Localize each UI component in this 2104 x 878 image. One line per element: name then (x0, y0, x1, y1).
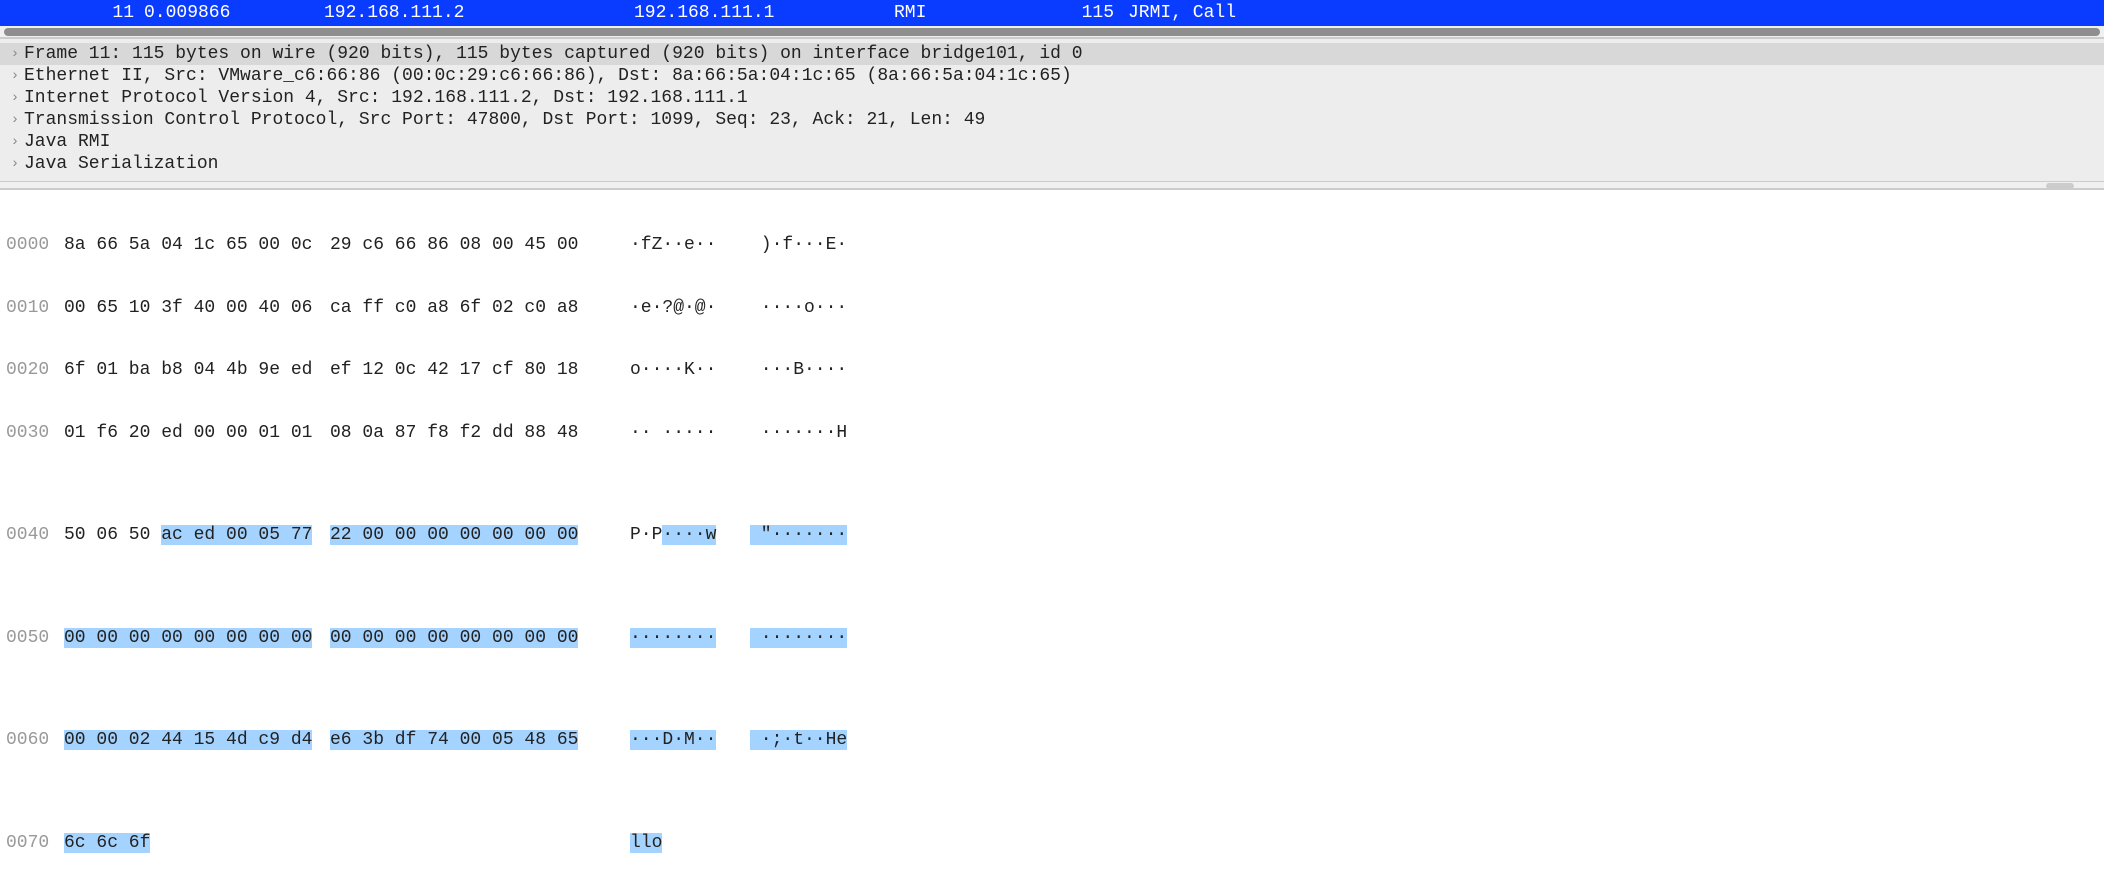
hex-offset: 0070 (6, 832, 64, 855)
hex-ascii-2: ····o··· (750, 297, 870, 320)
tree-row-rmi[interactable]: › Java RMI (0, 131, 2104, 153)
hex-ascii-1: ·fZ··e·· (630, 234, 750, 257)
tree-label: Internet Protocol Version 4, Src: 192.16… (24, 88, 748, 108)
packet-bytes-pane: 0000 8a 66 5a 04 1c 65 00 0c 29 c6 66 86… (0, 189, 2104, 878)
hex-ascii-2: ·;·t··He (750, 729, 870, 752)
hex-offset: 0030 (6, 422, 64, 445)
hex-bytes-2: 29 c6 66 86 08 00 45 00 (330, 234, 630, 257)
hex-ascii-2: "······· (750, 524, 870, 547)
hex-ascii-1: ·· ····· (630, 422, 750, 445)
hex-ascii-2: ·······H (750, 422, 870, 445)
chevron-right-icon: › (6, 46, 24, 62)
tree-row-ethernet[interactable]: › Ethernet II, Src: VMware_c6:66:86 (00:… (0, 65, 2104, 87)
hex-row[interactable]: 0040 50 06 50 ac ed 00 05 77 22 00 00 00… (0, 524, 2104, 547)
packet-list-scrollbar[interactable] (0, 26, 2104, 38)
hex-ascii-2: ········ (750, 627, 870, 650)
hex-bytes-2: 08 0a 87 f8 f2 dd 88 48 (330, 422, 630, 445)
tree-row-tcp[interactable]: › Transmission Control Protocol, Src Por… (0, 109, 2104, 131)
hex-offset: 0000 (6, 234, 64, 257)
hex-ascii-1: llo (630, 832, 750, 855)
hex-bytes-1: 8a 66 5a 04 1c 65 00 0c (64, 234, 330, 257)
hex-row[interactable]: 0060 00 00 02 44 15 4d c9 d4 e6 3b df 74… (0, 729, 2104, 752)
hex-offset: 0060 (6, 729, 64, 752)
hex-ascii-2 (750, 832, 870, 855)
hex-ascii-1: o····K·· (630, 359, 750, 382)
hex-row[interactable]: 0000 8a 66 5a 04 1c 65 00 0c 29 c6 66 86… (0, 234, 2104, 257)
hex-bytes-2 (330, 832, 630, 855)
hex-bytes-1: 01 f6 20 ed 00 00 01 01 (64, 422, 330, 445)
tree-row-java-serialization[interactable]: › Java Serialization (0, 153, 2104, 175)
col-length: 115 (1044, 3, 1124, 23)
pane-resize-handle[interactable] (0, 181, 2104, 189)
chevron-right-icon: › (6, 112, 24, 128)
scrollbar-thumb[interactable] (4, 28, 2100, 36)
packet-details-pane: › Frame 11: 115 bytes on wire (920 bits)… (0, 38, 2104, 181)
hex-ascii-2: )·f···E· (750, 234, 870, 257)
tree-row-ip[interactable]: › Internet Protocol Version 4, Src: 192.… (0, 87, 2104, 109)
col-destination: 192.168.111.1 (634, 3, 894, 23)
hex-ascii-2: ···B···· (750, 359, 870, 382)
hex-bytes-1: 00 65 10 3f 40 00 40 06 (64, 297, 330, 320)
hex-bytes-2: 22 00 00 00 00 00 00 00 (330, 524, 630, 547)
hex-row[interactable]: 0070 6c 6c 6f llo (0, 832, 2104, 855)
hex-bytes-1: 6f 01 ba b8 04 4b 9e ed (64, 359, 330, 382)
tree-label: Transmission Control Protocol, Src Port:… (24, 110, 985, 130)
hex-offset: 0040 (6, 524, 64, 547)
packet-row-selected[interactable]: 11 0.009866 192.168.111.2 192.168.111.1 … (0, 0, 2104, 26)
hex-offset: 0010 (6, 297, 64, 320)
col-source: 192.168.111.2 (324, 3, 634, 23)
col-protocol: RMI (894, 3, 1044, 23)
col-no: 11 (4, 3, 144, 23)
packet-list-pane: 11 0.009866 192.168.111.2 192.168.111.1 … (0, 0, 2104, 38)
hex-row[interactable]: 0010 00 65 10 3f 40 00 40 06 ca ff c0 a8… (0, 297, 2104, 320)
col-info: JRMI, Call (1124, 3, 2104, 23)
hex-bytes-1: 6c 6c 6f (64, 832, 330, 855)
hex-row[interactable]: 0020 6f 01 ba b8 04 4b 9e ed ef 12 0c 42… (0, 359, 2104, 382)
tree-label: Frame 11: 115 bytes on wire (920 bits), … (24, 44, 1083, 64)
tree-row-frame[interactable]: › Frame 11: 115 bytes on wire (920 bits)… (0, 43, 2104, 65)
chevron-right-icon: › (6, 68, 24, 84)
drag-handle-icon (2046, 183, 2074, 189)
hex-offset: 0020 (6, 359, 64, 382)
col-time: 0.009866 (144, 3, 324, 23)
hex-row[interactable]: 0050 00 00 00 00 00 00 00 00 00 00 00 00… (0, 627, 2104, 650)
hex-bytes-1: 50 06 50 ac ed 00 05 77 (64, 524, 330, 547)
hex-bytes-2: 00 00 00 00 00 00 00 00 (330, 627, 630, 650)
chevron-right-icon: › (6, 156, 24, 172)
hex-bytes-2: e6 3b df 74 00 05 48 65 (330, 729, 630, 752)
chevron-right-icon: › (6, 134, 24, 150)
tree-label: Java RMI (24, 132, 110, 152)
hex-ascii-1: ········ (630, 627, 750, 650)
hex-row[interactable]: 0030 01 f6 20 ed 00 00 01 01 08 0a 87 f8… (0, 422, 2104, 445)
hex-bytes-2: ca ff c0 a8 6f 02 c0 a8 (330, 297, 630, 320)
hex-ascii-1: P·P····w (630, 524, 750, 547)
hex-ascii-1: ···D·M·· (630, 729, 750, 752)
tree-label: Java Serialization (24, 154, 218, 174)
chevron-right-icon: › (6, 90, 24, 106)
hex-offset: 0050 (6, 627, 64, 650)
hex-bytes-1: 00 00 00 00 00 00 00 00 (64, 627, 330, 650)
hex-ascii-1: ·e·?@·@· (630, 297, 750, 320)
tree-label: Ethernet II, Src: VMware_c6:66:86 (00:0c… (24, 66, 1072, 86)
hex-bytes-1: 00 00 02 44 15 4d c9 d4 (64, 729, 330, 752)
hex-bytes-2: ef 12 0c 42 17 cf 80 18 (330, 359, 630, 382)
